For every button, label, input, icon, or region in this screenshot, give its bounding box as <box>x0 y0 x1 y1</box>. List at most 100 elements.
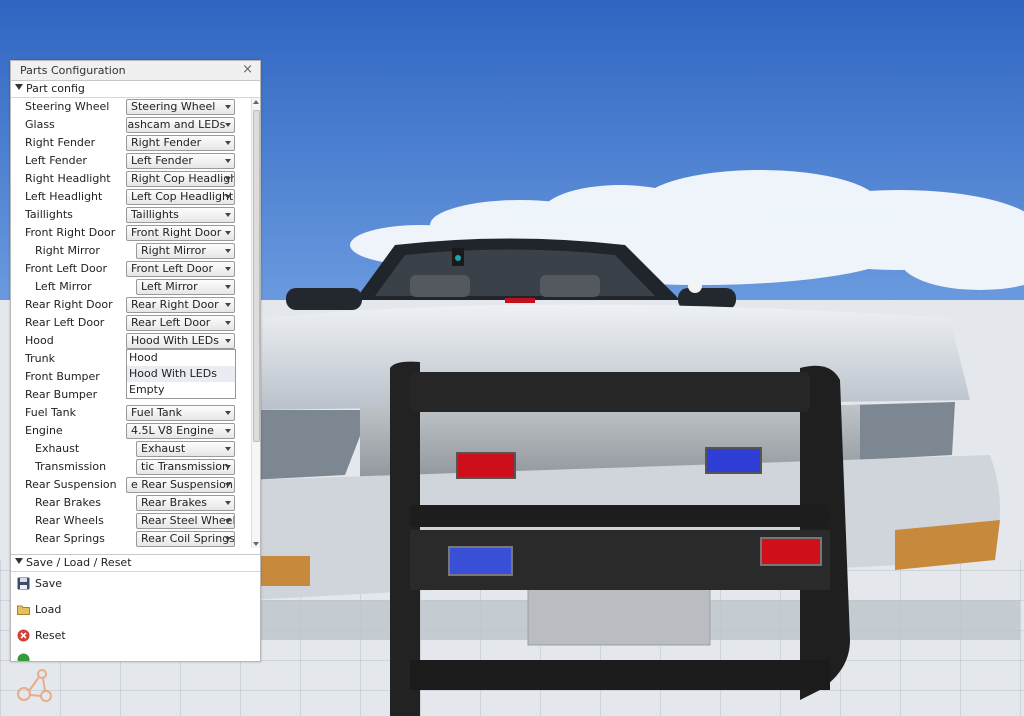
part-select-value: 4.5L V8 Engine <box>131 424 214 437</box>
close-icon[interactable]: × <box>242 62 253 77</box>
hood-option[interactable]: Hood <box>127 350 235 366</box>
hood-dropdown-list: Hood Hood With LEDs Empty <box>126 349 236 399</box>
part-row: Right Fender Right Fender <box>11 134 251 152</box>
part-select-value: Left Fender <box>131 154 193 167</box>
part-select[interactable]: Steering Wheel <box>126 99 235 115</box>
part-label: Steering Wheel <box>25 100 110 113</box>
part-select[interactable]: Front Right Door <box>126 225 235 241</box>
part-config-scrollbar[interactable] <box>251 98 260 548</box>
part-label: Left Headlight <box>25 190 103 203</box>
chevron-down-icon <box>225 177 231 181</box>
chevron-down-icon <box>225 195 231 199</box>
part-select[interactable]: e Rear Suspension <box>126 477 235 493</box>
part-select-value: Rear Left Door <box>131 316 211 329</box>
reset-action[interactable]: Reset <box>11 626 260 648</box>
parts-configuration-window: Parts Configuration × Part config Steeri… <box>10 60 261 662</box>
part-select[interactable]: Dashcam and LEDs <box>126 117 235 133</box>
part-label: Rear Brakes <box>35 496 101 509</box>
chevron-down-icon <box>225 105 231 109</box>
part-label: Fuel Tank <box>25 406 76 419</box>
part-select[interactable]: Rear Brakes <box>136 495 235 511</box>
part-select-value: Left Mirror <box>141 280 198 293</box>
part-select[interactable]: Exhaust <box>136 441 235 457</box>
save-load-reset-label: Save / Load / Reset <box>26 556 132 569</box>
chevron-down-icon <box>225 285 231 289</box>
floppy-disk-icon <box>17 577 30 590</box>
part-select[interactable]: Right Mirror <box>136 243 235 259</box>
part-select[interactable]: Front Left Door <box>126 261 235 277</box>
part-select[interactable]: Rear Right Door <box>126 297 235 313</box>
part-label: Rear Suspension <box>25 478 117 491</box>
scroll-up-arrow-icon[interactable] <box>253 100 259 104</box>
part-row: Taillights Taillights <box>11 206 251 224</box>
part-row: Left Mirror Left Mirror <box>11 278 251 296</box>
part-select-value: Rear Steel Wheels <box>141 514 235 527</box>
chevron-down-icon <box>225 231 231 235</box>
part-row: Rear Brakes Rear Brakes <box>11 494 251 512</box>
part-row: Fuel Tank Fuel Tank <box>11 404 251 422</box>
part-select-value: Right Cop Headlight <box>131 172 235 185</box>
part-label: Exhaust <box>35 442 80 455</box>
save-label: Save <box>35 577 63 590</box>
part-select[interactable]: Left Cop Headlight <box>126 189 235 205</box>
part-select[interactable]: Fuel Tank <box>126 405 235 421</box>
save-load-reset-header[interactable]: Save / Load / Reset <box>11 554 260 572</box>
part-label: Right Mirror <box>35 244 100 257</box>
part-row: Steering Wheel Steering Wheel <box>11 98 251 116</box>
part-config-list: Steering Wheel Steering Wheel Glass Dashcam… <box>11 98 251 548</box>
part-select[interactable]: tic Transmission <box>136 459 235 475</box>
load-action[interactable]: Load <box>11 600 260 622</box>
next-action-partial[interactable] <box>11 650 260 661</box>
hood-with-leds-option[interactable]: Hood With LEDs <box>127 366 235 382</box>
part-select-value: Exhaust <box>141 442 186 455</box>
save-action[interactable]: Save <box>11 574 260 596</box>
chevron-down-icon <box>225 141 231 145</box>
part-row: Rear Left Door Rear Left Door <box>11 314 251 332</box>
window-titlebar[interactable]: Parts Configuration × <box>11 61 260 81</box>
part-select-value: Steering Wheel <box>131 100 216 113</box>
part-select[interactable]: 4.5L V8 Engine <box>126 423 235 439</box>
chevron-down-icon <box>225 429 231 433</box>
green-circle-icon <box>17 653 30 661</box>
collapse-triangle-icon <box>15 84 23 90</box>
part-row: Rear Right Door Rear Right Door <box>11 296 251 314</box>
part-row: Rear Wheels Rear Steel Wheels <box>11 512 251 530</box>
chevron-down-icon <box>225 519 231 523</box>
part-select-value: Right Mirror <box>141 244 206 257</box>
part-label: Hood <box>25 334 54 347</box>
part-label: Taillights <box>25 208 73 221</box>
chevron-down-icon <box>225 447 231 451</box>
scroll-down-arrow-icon[interactable] <box>253 542 259 546</box>
chevron-down-icon <box>225 501 231 505</box>
chevron-down-icon <box>225 411 231 415</box>
part-select[interactable]: Left Fender <box>126 153 235 169</box>
scrollbar-thumb[interactable] <box>253 110 260 442</box>
part-select[interactable]: Rear Coil Springs <box>136 531 235 547</box>
part-select-value: Rear Brakes <box>141 496 207 509</box>
part-row: Glass Dashcam and LEDs <box>11 116 251 134</box>
part-select[interactable]: Taillights <box>126 207 235 223</box>
part-select-value: e Rear Suspension <box>131 478 233 491</box>
part-select[interactable]: Rear Steel Wheels <box>136 513 235 529</box>
part-row: Left Fender Left Fender <box>11 152 251 170</box>
part-select[interactable]: Hood With LEDs <box>126 333 235 349</box>
part-label: Glass <box>25 118 55 131</box>
part-select-value: Front Left Door <box>131 262 213 275</box>
part-row: Left Headlight Left Cop Headlight <box>11 188 251 206</box>
part-select[interactable]: Rear Left Door <box>126 315 235 331</box>
part-select-value: tic Transmission <box>141 460 229 473</box>
part-label: Right Headlight <box>25 172 111 185</box>
part-label: Left Fender <box>25 154 87 167</box>
part-select[interactable]: Right Fender <box>126 135 235 151</box>
collapse-triangle-icon <box>15 558 23 564</box>
part-row: Rear Suspension e Rear Suspension <box>11 476 251 494</box>
part-label: Rear Left Door <box>25 316 105 329</box>
part-select[interactable]: Left Mirror <box>136 279 235 295</box>
empty-option[interactable]: Empty <box>127 382 235 398</box>
part-select-value: Left Cop Headlight <box>131 190 234 203</box>
chevron-down-icon <box>225 465 231 469</box>
part-select[interactable]: Right Cop Headlight <box>126 171 235 187</box>
chevron-down-icon <box>225 303 231 307</box>
part-select-value: Front Right Door <box>131 226 222 239</box>
part-config-section-header[interactable]: Part config <box>11 81 260 98</box>
